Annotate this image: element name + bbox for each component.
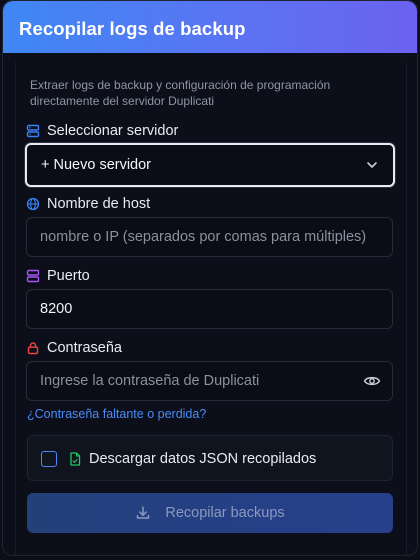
forgot-password-link[interactable]: ¿Contraseña faltante o perdida? [27, 407, 206, 421]
password-input[interactable]: Ingrese la contraseña de Duplicati [26, 361, 393, 401]
port-input[interactable]: 8200 [26, 289, 393, 329]
host-label: Nombre de host [26, 195, 150, 213]
host-input-placeholder: nombre o IP (separados por comas para mú… [40, 229, 367, 245]
dialog-description: Extraer logs de backup y configuración d… [30, 78, 331, 108]
server-select-value: + Nuevo servidor [41, 157, 152, 173]
server-label-text: Seleccionar servidor [47, 123, 179, 139]
collect-backups-button[interactable]: Recopilar backups [27, 493, 393, 533]
download-json-label: Descargar datos JSON recopilados [89, 451, 317, 467]
port-label: Puerto [26, 267, 90, 285]
server-icon [26, 124, 40, 138]
password-input-placeholder: Ingrese la contraseña de Duplicati [40, 373, 260, 389]
download-json-option[interactable]: Descargar datos JSON recopilados [27, 435, 393, 481]
eye-icon[interactable] [363, 374, 381, 388]
chevron-down-icon [367, 162, 377, 168]
dialog-title: Recopilar logs de backup [19, 18, 246, 39]
json-file-icon [70, 452, 81, 466]
globe-icon [26, 197, 40, 211]
host-input[interactable]: nombre o IP (separados por comas para mú… [26, 217, 393, 257]
download-icon [137, 506, 150, 519]
dialog-header: Recopilar logs de backup [3, 1, 417, 53]
port-label-text: Puerto [47, 268, 90, 284]
password-label-text: Contraseña [47, 340, 122, 356]
server-label: Seleccionar servidor [26, 122, 178, 140]
download-json-checkbox[interactable] [41, 451, 57, 467]
lock-icon [27, 342, 39, 355]
collect-backups-label: Recopilar backups [165, 505, 285, 521]
password-label: Contraseña [26, 339, 122, 357]
port-input-value: 8200 [40, 301, 73, 317]
server-select[interactable]: + Nuevo servidor [25, 143, 395, 187]
port-icon [26, 269, 40, 283]
host-label-text: Nombre de host [47, 196, 151, 212]
